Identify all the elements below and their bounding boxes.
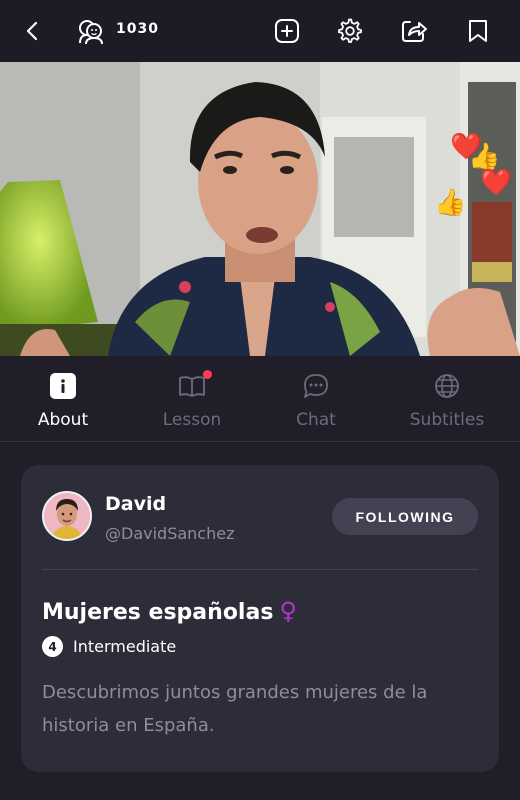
- lesson-title-text: Mujeres españolas: [42, 600, 274, 625]
- female-sign-icon: ♀: [279, 597, 297, 625]
- author-name[interactable]: David: [105, 493, 166, 515]
- tab-bar: About Lesson Chat Subtitles: [0, 356, 520, 442]
- tab-lesson[interactable]: Lesson: [151, 356, 233, 442]
- viewer-count: 1030: [116, 21, 159, 37]
- tab-lesson-label: Lesson: [162, 410, 222, 430]
- tab-about-label: About: [37, 410, 89, 430]
- tab-subtitles-label: Subtitles: [409, 410, 485, 430]
- share-icon: [402, 21, 427, 42]
- lesson-notification-dot: [203, 370, 212, 379]
- divider: [42, 569, 478, 570]
- thumbs-up-reaction-icon: 👍: [434, 188, 467, 218]
- share-button[interactable]: [398, 0, 430, 62]
- about-card: David @DavidSanchez FOLLOWING Mujeres es…: [21, 465, 499, 772]
- book-icon: [178, 370, 212, 400]
- lesson-title: Mujeres españolas ♀: [42, 597, 297, 625]
- add-button[interactable]: [272, 0, 302, 62]
- chat-bubble-icon: [302, 372, 330, 400]
- level-label: Intermediate: [73, 637, 177, 656]
- tab-subtitles[interactable]: Subtitles: [401, 356, 493, 442]
- info-icon: [49, 372, 77, 400]
- tab-chat[interactable]: Chat: [275, 356, 357, 442]
- video-player[interactable]: ❤️ 👍 ❤️ 👍: [0, 62, 520, 356]
- avatar[interactable]: [42, 491, 92, 541]
- gear-icon: [338, 18, 362, 43]
- settings-button[interactable]: [335, 0, 365, 62]
- level-row: 4 Intermediate: [42, 636, 176, 657]
- lesson-description: Descubrimos juntos grandes mujeres de la…: [42, 682, 428, 736]
- tab-chat-label: Chat: [296, 410, 336, 430]
- top-bar: 1030: [0, 0, 520, 62]
- globe-icon: [433, 372, 461, 400]
- level-badge: 4: [42, 636, 63, 657]
- back-button[interactable]: [18, 0, 46, 62]
- thumbs-up-reaction-icon: 👍: [468, 142, 501, 172]
- tab-about[interactable]: About: [22, 356, 104, 442]
- bookmark-icon: [469, 20, 487, 42]
- author-handle: @DavidSanchez: [105, 524, 235, 543]
- chevron-left-icon: [26, 21, 38, 41]
- bookmark-button[interactable]: [463, 0, 493, 62]
- viewers-icon: [74, 0, 108, 62]
- following-button[interactable]: FOLLOWING: [332, 498, 478, 535]
- heart-reaction-icon: ❤️: [480, 168, 513, 198]
- add-square-icon: [275, 19, 299, 43]
